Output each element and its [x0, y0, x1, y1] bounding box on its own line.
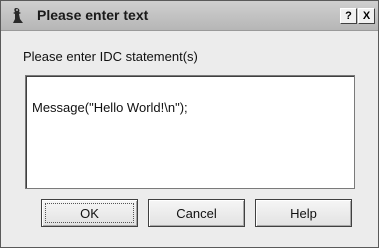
prompt-label: Please enter IDC statement(s) [23, 49, 198, 64]
cancel-button-label: Cancel [176, 206, 217, 221]
title-bar[interactable]: Please enter text ? X [1, 1, 378, 31]
cancel-button[interactable]: Cancel [148, 199, 245, 227]
ida-icon [10, 7, 26, 25]
help-button[interactable]: Help [255, 199, 352, 227]
dialog-window: Please enter text ? X Please enter IDC s… [0, 0, 379, 248]
close-icon[interactable]: X [358, 8, 375, 24]
help-icon[interactable]: ? [340, 8, 357, 24]
idc-statement-text: Message("Hello World!\n"); [32, 100, 188, 115]
idc-statement-input[interactable]: Message("Hello World!\n"); [25, 75, 355, 189]
ok-button[interactable]: OK [41, 199, 138, 227]
dialog-title: Please enter text [37, 7, 149, 23]
help-button-label: Help [290, 206, 317, 221]
focus-ring [45, 203, 134, 223]
